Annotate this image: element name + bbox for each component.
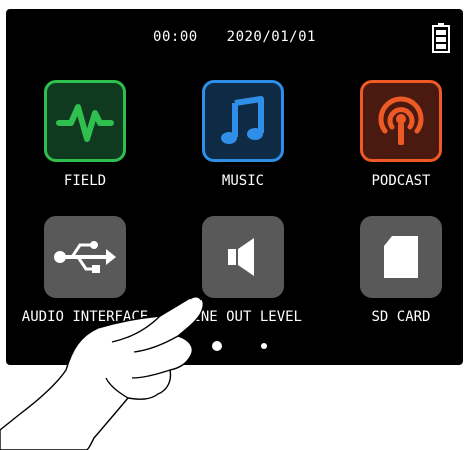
audio-interface-button[interactable] bbox=[44, 216, 126, 298]
podcast-icon bbox=[378, 96, 424, 145]
sd-card-label: SD CARD bbox=[371, 309, 431, 325]
music-note-icon bbox=[221, 96, 264, 144]
music-label: MUSIC bbox=[221, 173, 265, 189]
music-app-button[interactable] bbox=[202, 80, 284, 162]
app-tile-line-out-level[interactable]: LINE OUT LEVEL bbox=[167, 216, 302, 336]
field-label: FIELD bbox=[63, 173, 107, 189]
waveform-icon bbox=[56, 104, 114, 142]
page-indicator-active[interactable] bbox=[212, 341, 222, 351]
clock-date: 2020/01/01 bbox=[226, 29, 316, 45]
field-app-button[interactable] bbox=[44, 80, 126, 162]
audio-interface-label: AUDIO INTERFACE bbox=[21, 309, 149, 325]
speaker-icon bbox=[228, 238, 254, 276]
app-tile-sd-card[interactable]: SD CARD bbox=[325, 216, 455, 336]
page-indicator-inactive[interactable] bbox=[261, 343, 267, 349]
sd-card-button[interactable] bbox=[360, 216, 442, 298]
podcast-label: PODCAST bbox=[371, 173, 431, 189]
device-screen: 00:00 2020/01/01 FIELD MUSIC PODCAST AUD… bbox=[6, 9, 463, 365]
usb-icon bbox=[54, 241, 116, 273]
app-tile-podcast[interactable]: PODCAST bbox=[325, 80, 455, 200]
line-out-level-label: LINE OUT LEVEL bbox=[183, 309, 302, 325]
app-tile-audio-interface[interactable]: AUDIO INTERFACE bbox=[9, 216, 148, 336]
app-tile-field[interactable]: FIELD bbox=[9, 80, 139, 200]
app-tile-music[interactable]: MUSIC bbox=[167, 80, 297, 200]
clock-time: 00:00 bbox=[153, 29, 198, 45]
podcast-app-button[interactable] bbox=[360, 80, 442, 162]
battery-full-icon bbox=[432, 23, 450, 53]
line-out-level-button[interactable] bbox=[202, 216, 284, 298]
status-bar: 00:00 2020/01/01 bbox=[6, 29, 463, 45]
sd-card-icon bbox=[384, 236, 418, 278]
